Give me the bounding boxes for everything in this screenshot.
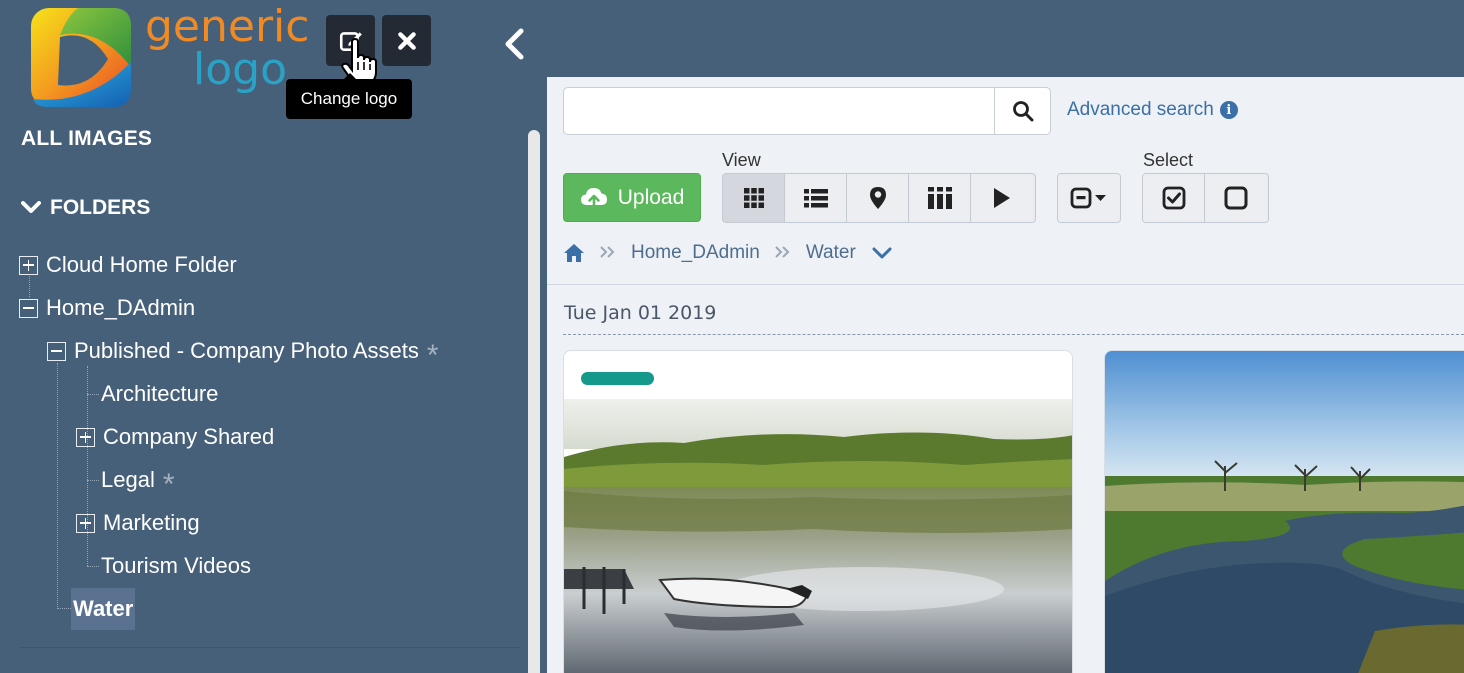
folder-company-shared[interactable]: Company Shared — [76, 424, 274, 450]
collapse-icon[interactable] — [47, 341, 66, 361]
folder-label: Company Shared — [103, 424, 275, 449]
slideshow-button[interactable] — [971, 174, 1033, 222]
folder-label: Published - Company Photo Assets — [74, 338, 419, 363]
search-input[interactable] — [564, 88, 994, 134]
search-button[interactable] — [994, 88, 1050, 134]
folder-label: Marketing — [103, 510, 200, 535]
sidebar-scrollbar[interactable] — [528, 130, 540, 673]
change-logo-tooltip: Change logo — [286, 73, 412, 119]
star-icon: * — [162, 468, 175, 501]
chevron-down-icon[interactable] — [872, 246, 892, 260]
checkbox-checked-icon — [1162, 186, 1185, 210]
view-mode-group — [722, 173, 1036, 223]
expand-icon[interactable] — [76, 427, 95, 447]
search-icon — [1012, 101, 1033, 122]
thumbnail-stream[interactable] — [1105, 351, 1464, 673]
display-options-dropdown[interactable] — [1057, 173, 1121, 223]
columns-view-icon — [927, 187, 952, 209]
folder-label: Tourism Videos — [101, 553, 251, 578]
upload-button[interactable]: Upload — [563, 173, 701, 222]
chevron-left-icon — [505, 28, 524, 60]
folder-label: Cloud Home Folder — [46, 252, 237, 277]
folders-label: FOLDERS — [50, 196, 151, 219]
logo-wordmark: generic logo — [145, 1, 310, 95]
map-view-button[interactable] — [847, 174, 909, 222]
grid-view-icon — [743, 188, 764, 208]
home-icon[interactable] — [563, 243, 585, 263]
all-images-link[interactable]: ALL IMAGES — [21, 127, 152, 151]
cloud-upload-icon — [580, 187, 607, 209]
grid-view-button[interactable] — [723, 174, 785, 222]
columns-view-button[interactable] — [909, 174, 971, 222]
select-group — [1142, 173, 1269, 223]
list-view-icon — [803, 189, 828, 208]
breadcrumb: Home_DAdmin Water — [563, 242, 892, 264]
date-group-label: Tue Jan 01 2019 — [564, 302, 717, 324]
tree-connector — [29, 276, 30, 297]
search-box — [563, 87, 1051, 135]
slideshow-play-icon — [994, 188, 1010, 208]
folder-label: Legal — [101, 467, 155, 492]
sidebar-divider — [20, 647, 520, 648]
collapse-icon[interactable] — [19, 298, 38, 318]
folder-legal[interactable]: Legal * — [101, 467, 175, 501]
expand-icon[interactable] — [76, 513, 95, 533]
expand-icon[interactable] — [19, 255, 38, 275]
folder-tourism-videos[interactable]: Tourism Videos — [101, 553, 251, 579]
tree-connector — [57, 608, 71, 609]
folder-published-company-photo-assets[interactable]: Published - Company Photo Assets * — [47, 338, 439, 372]
breadcrumb-item[interactable]: Home_DAdmin — [631, 242, 760, 264]
folder-architecture[interactable]: Architecture — [101, 381, 218, 407]
select-all-button[interactable] — [1143, 174, 1205, 222]
advanced-search-link[interactable]: Advanced search i — [1067, 99, 1238, 121]
thumbnail-lake-boat[interactable] — [564, 399, 1073, 673]
folder-label: Water — [73, 596, 134, 621]
upload-label: Upload — [617, 185, 685, 209]
image-card[interactable] — [1104, 350, 1464, 673]
chevron-down-icon — [21, 201, 41, 213]
tree-connector — [57, 363, 58, 609]
date-group-divider — [563, 334, 1464, 335]
folder-marketing[interactable]: Marketing — [76, 510, 200, 536]
sidebar: generic logo Change logo ALL IMAGES FOLD… — [0, 0, 547, 673]
folder-home-dadmin[interactable]: Home_DAdmin — [19, 295, 195, 321]
logo-line-2: logo — [193, 44, 287, 95]
view-label: View — [722, 150, 761, 170]
folder-label: Architecture — [101, 381, 219, 406]
checkbox-empty-icon — [1224, 186, 1248, 210]
tree-connector — [87, 366, 88, 566]
close-icon — [397, 31, 416, 50]
collapse-sidebar-button[interactable] — [497, 26, 531, 62]
logo-mark-icon — [31, 8, 131, 107]
select-label: Select — [1143, 150, 1194, 170]
status-tag — [581, 372, 654, 385]
map-pin-icon — [869, 187, 886, 209]
tree-connector — [87, 394, 99, 395]
select-none-button[interactable] — [1205, 174, 1267, 222]
folder-water[interactable]: Water — [71, 588, 136, 630]
logo-line-1: generic — [145, 1, 310, 52]
folder-label: Home_DAdmin — [46, 295, 196, 320]
breadcrumb-separator-icon — [599, 243, 617, 264]
folder-cloud-home-folder[interactable]: Cloud Home Folder — [19, 252, 237, 278]
info-icon[interactable]: i — [1219, 101, 1238, 119]
image-card[interactable] — [563, 350, 1073, 673]
list-view-button[interactable] — [785, 174, 847, 222]
advanced-search-label: Advanced search — [1067, 99, 1214, 120]
display-options-caret-icon — [1070, 187, 1106, 209]
tree-connector — [87, 566, 99, 567]
breadcrumb-item[interactable]: Water — [806, 242, 856, 264]
company-logo[interactable]: generic logo — [30, 5, 309, 109]
tree-connector — [87, 480, 99, 481]
folders-header[interactable]: FOLDERS — [21, 196, 150, 220]
breadcrumb-separator-icon — [774, 243, 792, 264]
main-panel: Advanced search i Upload View Select Hom… — [547, 77, 1464, 673]
remove-logo-button[interactable] — [382, 15, 431, 66]
display-options-button[interactable] — [1058, 174, 1120, 222]
toolbar-divider — [547, 284, 1464, 285]
star-icon: * — [426, 339, 439, 372]
